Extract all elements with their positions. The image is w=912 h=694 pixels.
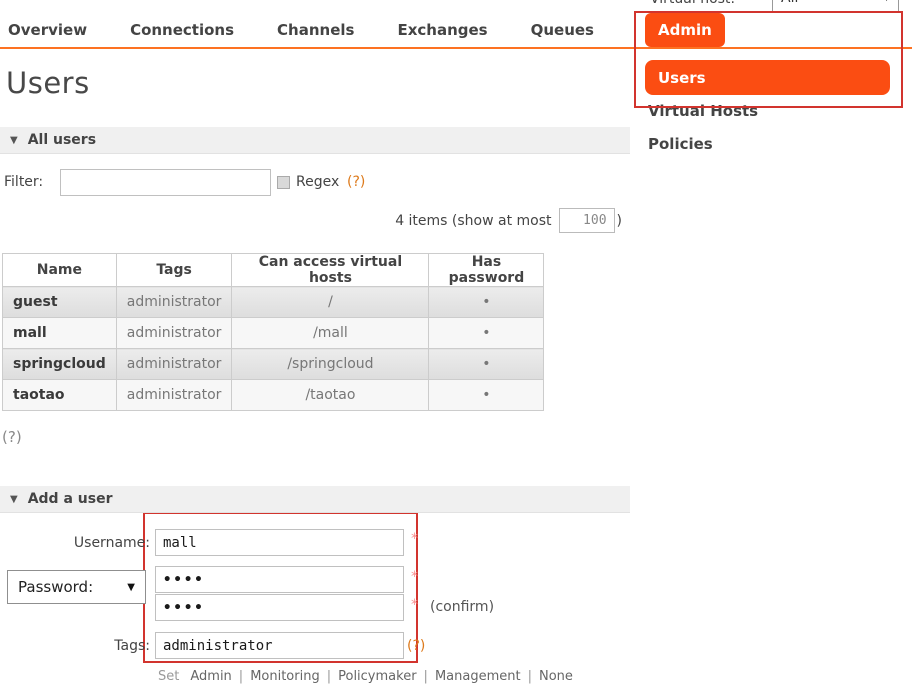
set-option-management[interactable]: Management (435, 669, 521, 684)
tab-channels[interactable]: Channels (277, 21, 354, 39)
set-option-admin[interactable]: Admin (190, 669, 231, 684)
user-tags: administrator (116, 349, 232, 380)
collapse-triangle-icon: ▼ (10, 494, 18, 505)
has-password-dot: • (429, 380, 544, 411)
section-add-user[interactable]: ▼ Add a user (0, 486, 630, 513)
users-table-help-link[interactable]: (?) (2, 428, 22, 446)
table-row: mall administrator /mall • (3, 318, 544, 349)
user-name-link[interactable]: springcloud (3, 349, 117, 380)
regex-checkbox[interactable] (277, 176, 290, 189)
user-name-link[interactable]: taotao (3, 380, 117, 411)
col-header-has-password: Has password (429, 254, 544, 287)
has-password-dot: • (429, 287, 544, 318)
table-row: guest administrator / • (3, 287, 544, 318)
separator: | (239, 669, 243, 684)
user-vhosts: / (232, 287, 429, 318)
user-vhosts: /mall (232, 318, 429, 349)
items-count-row: 4 items (show at most ) (0, 208, 622, 233)
col-header-vhosts: Can access virtual hosts (232, 254, 429, 287)
set-option-policymaker[interactable]: Policymaker (338, 669, 416, 684)
page-title: Users (6, 66, 90, 100)
annotation-box-admin-users (634, 11, 903, 108)
password-field[interactable] (155, 566, 404, 593)
items-count-text: 4 items (show at most (395, 213, 551, 229)
set-option-none[interactable]: None (539, 669, 573, 684)
user-vhosts: /springcloud (232, 349, 429, 380)
tags-label: Tags: (0, 638, 150, 654)
tags-help-link[interactable]: (?) (407, 638, 425, 654)
has-password-dot: • (429, 349, 544, 380)
sidebar-item-policies[interactable]: Policies (648, 135, 713, 153)
collapse-triangle-icon: ▼ (10, 135, 18, 146)
section-add-user-title: Add a user (28, 491, 113, 507)
table-row: taotao administrator /taotao • (3, 380, 544, 411)
filter-input[interactable] (60, 169, 271, 196)
chevron-down-icon: ▼ (883, 0, 890, 3)
has-password-dot: • (429, 318, 544, 349)
user-tags: administrator (116, 318, 232, 349)
user-vhosts: /taotao (232, 380, 429, 411)
rabbitmq-users-page: Overview Connections Channels Exchanges … (0, 0, 912, 694)
user-name-link[interactable]: guest (3, 287, 117, 318)
tags-field[interactable] (155, 632, 404, 659)
password-required-mark: * (411, 569, 418, 585)
table-row: springcloud administrator /springcloud • (3, 349, 544, 380)
set-option-monitoring[interactable]: Monitoring (250, 669, 320, 684)
top-nav: Overview Connections Channels Exchanges … (8, 21, 594, 39)
username-label: Username: (0, 535, 150, 551)
user-name-link[interactable]: mall (3, 318, 117, 349)
separator: | (528, 669, 532, 684)
separator: | (327, 669, 331, 684)
password-confirm-field[interactable] (155, 594, 404, 621)
section-all-users[interactable]: ▼ All users (0, 127, 630, 154)
set-tags-row: Set Admin | Monitoring | Policymaker | M… (158, 669, 573, 684)
filter-label: Filter: (4, 174, 43, 190)
virtual-host-label: Virtual host: (650, 0, 735, 7)
tab-connections[interactable]: Connections (130, 21, 234, 39)
col-header-name: Name (3, 254, 117, 287)
items-count-suffix: ) (617, 213, 622, 229)
show-at-most-input[interactable] (559, 208, 615, 233)
regex-help-link[interactable]: (?) (347, 174, 365, 190)
section-all-users-title: All users (28, 132, 96, 148)
user-tags: administrator (116, 380, 232, 411)
user-tags: administrator (116, 287, 232, 318)
password-confirm-required-mark: * (411, 597, 418, 613)
confirm-note: (confirm) (430, 599, 494, 615)
col-header-tags: Tags (116, 254, 232, 287)
chevron-down-icon: ▼ (127, 582, 135, 593)
virtual-host-value: All (781, 0, 798, 6)
set-label: Set (158, 669, 179, 684)
table-header-row: Name Tags Can access virtual hosts Has p… (3, 254, 544, 287)
tab-queues[interactable]: Queues (531, 21, 594, 39)
tab-exchanges[interactable]: Exchanges (397, 21, 487, 39)
username-required-mark: * (411, 531, 418, 547)
password-type-label: Password: (18, 578, 93, 596)
password-type-select[interactable]: Password: ▼ (7, 570, 146, 604)
users-table: Name Tags Can access virtual hosts Has p… (2, 253, 544, 411)
tab-overview[interactable]: Overview (8, 21, 87, 39)
regex-label: Regex (296, 174, 339, 190)
username-field[interactable] (155, 529, 404, 556)
separator: | (424, 669, 428, 684)
